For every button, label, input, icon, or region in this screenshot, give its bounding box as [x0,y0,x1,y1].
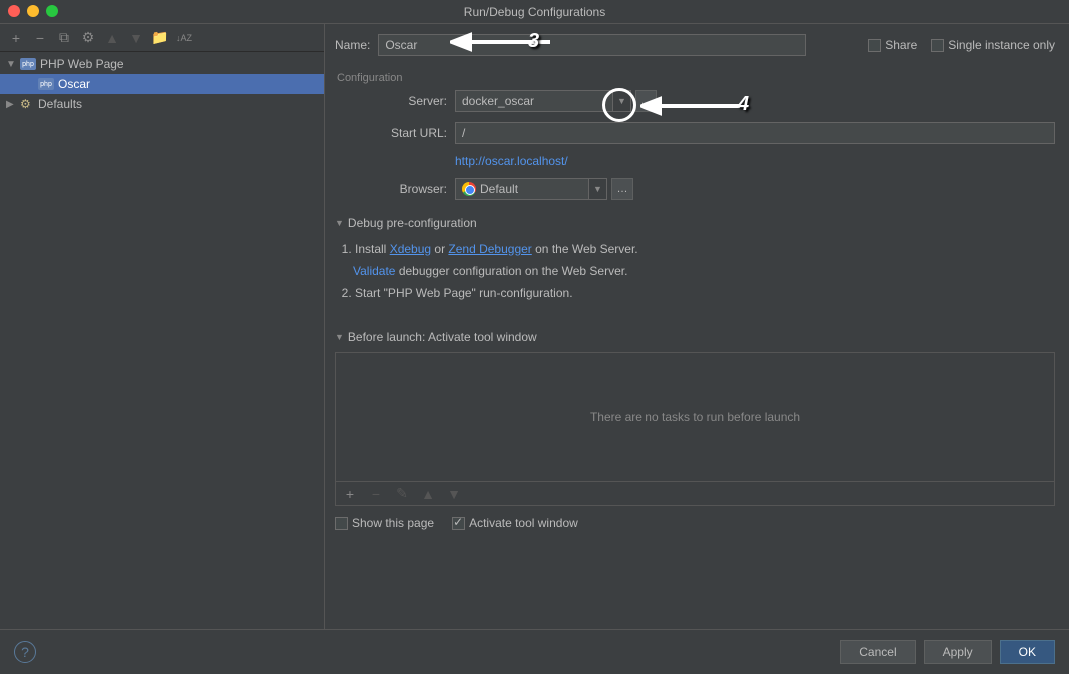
chevron-down-icon: ▼ [589,178,607,200]
chevron-down-icon: ▼ [335,218,344,228]
php-icon: php [38,78,54,90]
window-title: Run/Debug Configurations [464,5,605,19]
tree-item-oscar[interactable]: php Oscar [0,74,324,94]
sidebar-toolbar: + − ⧉ ⚙ ▲ ▼ 📁 ↓AZ [0,24,324,52]
remove-icon[interactable]: − [32,30,48,46]
chevron-down-icon: ▼ [613,90,631,112]
gears-icon: ⚙ [20,97,34,111]
add-icon[interactable]: + [342,486,358,502]
server-browse-button[interactable]: … [635,90,657,112]
configuration-group-label: Configuration [337,72,1055,84]
add-icon[interactable]: + [8,30,24,46]
url-preview-link[interactable]: http://oscar.localhost/ [455,154,1055,168]
up-icon[interactable]: ▲ [104,30,120,46]
browser-label: Browser: [357,182,447,196]
chevron-down-icon: ▼ [6,59,16,70]
tree-label: Defaults [38,97,82,111]
name-label: Name: [335,38,370,52]
single-instance-checkbox[interactable]: Single instance only [931,38,1055,52]
server-label: Server: [357,94,447,108]
sort-icon[interactable]: ↓AZ [176,30,192,46]
activate-window-checkbox[interactable]: Activate tool window [452,516,578,530]
maximize-window-icon[interactable] [46,5,58,17]
browser-dropdown[interactable]: Default ▼ [455,178,607,200]
debug-steps-list: Install Xdebug or Zend Debugger on the W… [355,238,1055,304]
down-icon[interactable]: ▼ [128,30,144,46]
minimize-window-icon[interactable] [27,5,39,17]
before-launch-tasks: There are no tasks to run before launch [335,352,1055,482]
bottom-bar: ? Cancel Apply OK [0,629,1069,674]
chevron-down-icon: ▼ [335,332,344,342]
edit-icon[interactable]: ✎ [394,486,410,502]
sidebar: + − ⧉ ⚙ ▲ ▼ 📁 ↓AZ ▼ php PHP Web Page php… [0,24,325,629]
ok-button[interactable]: OK [1000,640,1055,664]
validate-link[interactable]: Validate [353,264,395,278]
share-checkbox[interactable]: Share [868,38,917,52]
titlebar: Run/Debug Configurations [0,0,1069,24]
name-input[interactable] [378,34,806,56]
tree-item-php-web-page[interactable]: ▼ php PHP Web Page [0,54,324,74]
tree-item-defaults[interactable]: ▶ ⚙ Defaults [0,94,324,114]
help-icon[interactable]: ? [14,641,36,663]
remove-icon[interactable]: − [368,486,384,502]
up-icon[interactable]: ▲ [420,486,436,502]
php-icon: php [20,58,36,70]
start-url-label: Start URL: [357,126,447,140]
debug-pre-config-toggle[interactable]: ▼ Debug pre-configuration [335,216,1055,230]
close-window-icon[interactable] [8,5,20,17]
list-item: Validate debugger configuration on the W… [353,260,1055,282]
folder-icon[interactable]: 📁 [152,30,168,46]
down-icon[interactable]: ▼ [446,486,462,502]
chevron-right-icon: ▶ [6,99,16,110]
chrome-icon [462,182,476,196]
settings-icon[interactable]: ⚙ [80,30,96,46]
content-panel: Name: Share Single instance only Configu… [325,24,1069,629]
list-item: Install Xdebug or Zend Debugger on the W… [355,238,1055,260]
show-page-checkbox[interactable]: Show this page [335,516,434,530]
before-launch-toolbar: + − ✎ ▲ ▼ [335,482,1055,506]
empty-tasks-label: There are no tasks to run before launch [590,410,800,424]
window-controls [8,5,58,17]
server-dropdown[interactable]: docker_oscar ▼ [455,90,631,112]
cancel-button[interactable]: Cancel [840,640,915,664]
before-launch-toggle[interactable]: ▼ Before launch: Activate tool window [335,330,1055,344]
config-tree: ▼ php PHP Web Page php Oscar ▶ ⚙ Default… [0,52,324,629]
tree-label: Oscar [58,77,90,91]
start-url-input[interactable] [455,122,1055,144]
xdebug-link[interactable]: Xdebug [390,242,431,256]
zend-link[interactable]: Zend Debugger [448,242,531,256]
browser-browse-button[interactable]: … [611,178,633,200]
apply-button[interactable]: Apply [924,640,992,664]
tree-label: PHP Web Page [40,57,124,71]
copy-icon[interactable]: ⧉ [56,30,72,46]
list-item: Start "PHP Web Page" run-configuration. [355,282,1055,304]
